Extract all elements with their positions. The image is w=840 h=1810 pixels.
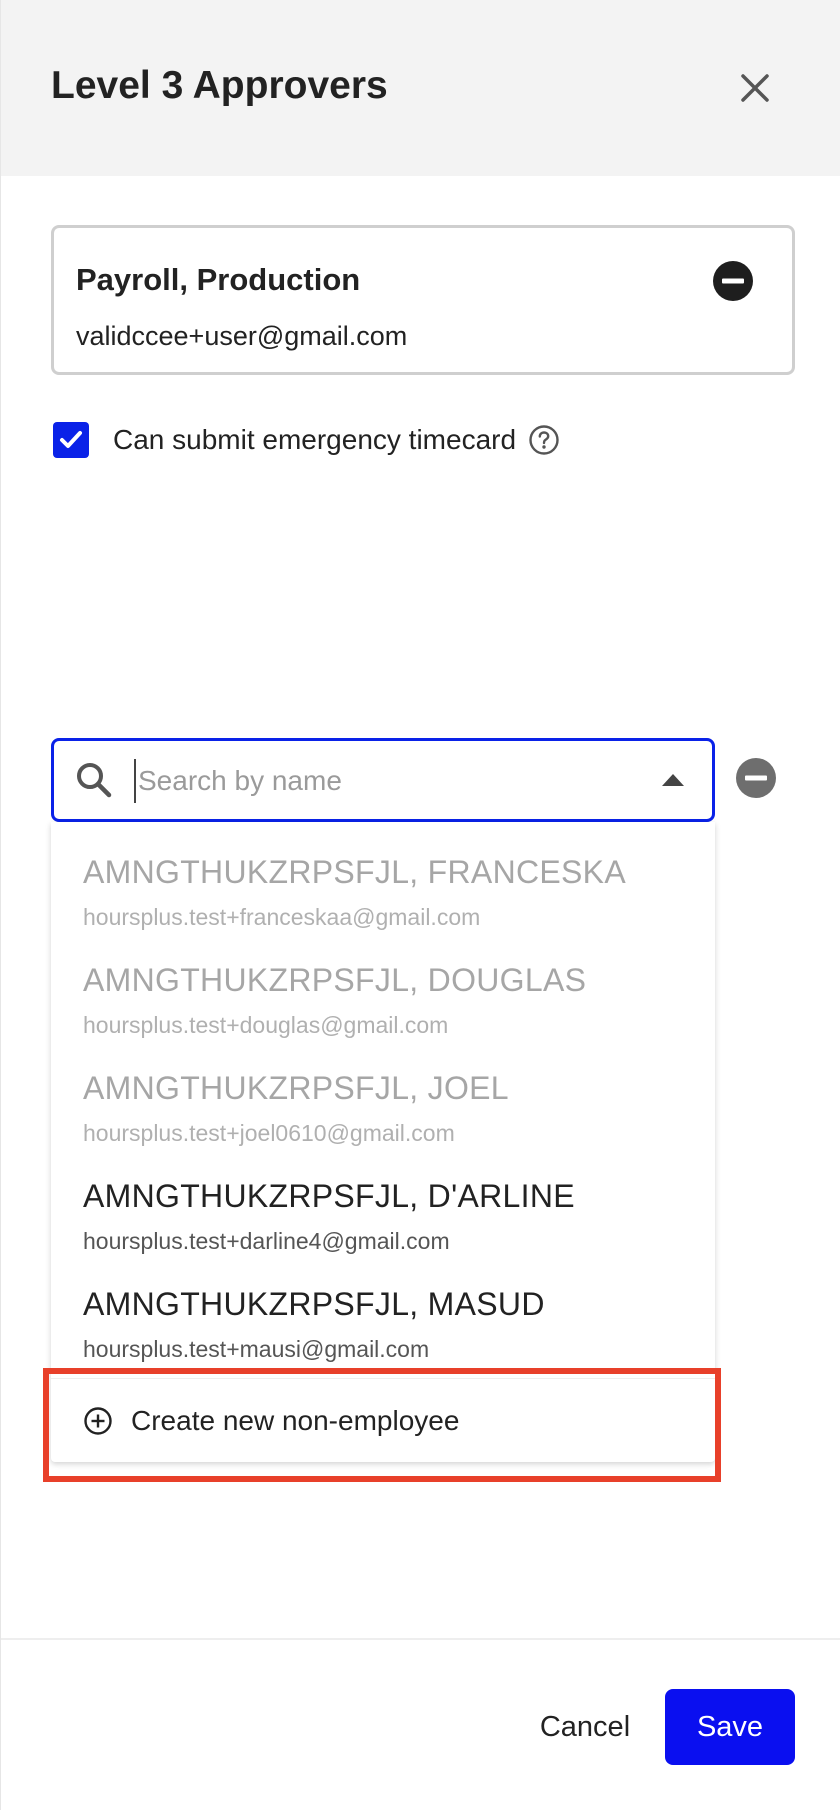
create-non-employee-label: Create new non-employee [131, 1405, 460, 1436]
plus-circle-icon [84, 1407, 112, 1435]
approvers-panel: Level 3 Approvers Payroll, Production va… [0, 0, 840, 1810]
minus-circle-icon [736, 758, 776, 798]
caret-up-icon[interactable] [662, 774, 684, 786]
close-button[interactable] [735, 68, 775, 108]
remove-search-row-button[interactable] [735, 757, 777, 799]
search-input[interactable] [134, 759, 634, 803]
cancel-button[interactable]: Cancel [521, 1690, 649, 1764]
emergency-timecard-row: Can submit emergency timecard [53, 421, 560, 459]
option-name: AMNGTHUKZRPSFJL, D'ARLINE [83, 1178, 575, 1214]
option-email: hoursplus.test+mausi@gmail.com [83, 1336, 430, 1362]
help-icon[interactable] [528, 424, 560, 456]
footer-divider [1, 1638, 840, 1640]
option-name: AMNGTHUKZRPSFJL, JOEL [83, 1070, 509, 1106]
option-email: hoursplus.test+franceskaa@gmail.com [83, 904, 481, 930]
approver-search-box[interactable] [51, 738, 715, 822]
option-name: AMNGTHUKZRPSFJL, DOUGLAS [83, 962, 587, 998]
approver-email: validccee+user@gmail.com [76, 321, 408, 351]
dropdown-option: AMNGTHUKZRPSFJL, DOUGLAS hoursplus.test+… [51, 930, 715, 1038]
remove-approver-button[interactable] [712, 260, 754, 302]
search-icon [77, 763, 112, 798]
dropdown-option[interactable]: AMNGTHUKZRPSFJL, D'ARLINE hoursplus.test… [51, 1146, 715, 1254]
option-name: AMNGTHUKZRPSFJL, FRANCESKA [83, 854, 626, 890]
option-email: hoursplus.test+darline4@gmail.com [83, 1228, 450, 1254]
approver-name: Payroll, Production [76, 262, 361, 297]
emergency-timecard-label: Can submit emergency timecard [113, 424, 517, 455]
option-email: hoursplus.test+douglas@gmail.com [83, 1012, 449, 1038]
minus-circle-icon [713, 261, 753, 301]
create-non-employee-option[interactable]: Create new non-employee [51, 1378, 715, 1462]
approver-dropdown: AMNGTHUKZRPSFJL, FRANCESKA hoursplus.tes… [51, 822, 715, 1462]
page-title: Level 3 Approvers [51, 64, 388, 107]
dropdown-option[interactable]: AMNGTHUKZRPSFJL, MASUD hoursplus.test+ma… [51, 1254, 715, 1362]
checkmark-icon [60, 431, 82, 448]
dropdown-option: AMNGTHUKZRPSFJL, JOEL hoursplus.test+joe… [51, 1038, 715, 1146]
close-icon [741, 74, 769, 102]
dropdown-option: AMNGTHUKZRPSFJL, FRANCESKA hoursplus.tes… [51, 822, 715, 930]
emergency-timecard-checkbox[interactable] [53, 422, 89, 458]
option-email: hoursplus.test+joel0610@gmail.com [83, 1120, 455, 1146]
approver-card: Payroll, Production validccee+user@gmail… [51, 225, 795, 375]
save-button[interactable]: Save [665, 1689, 795, 1765]
panel-header: Level 3 Approvers [1, 0, 840, 176]
option-name: AMNGTHUKZRPSFJL, MASUD [83, 1286, 545, 1322]
